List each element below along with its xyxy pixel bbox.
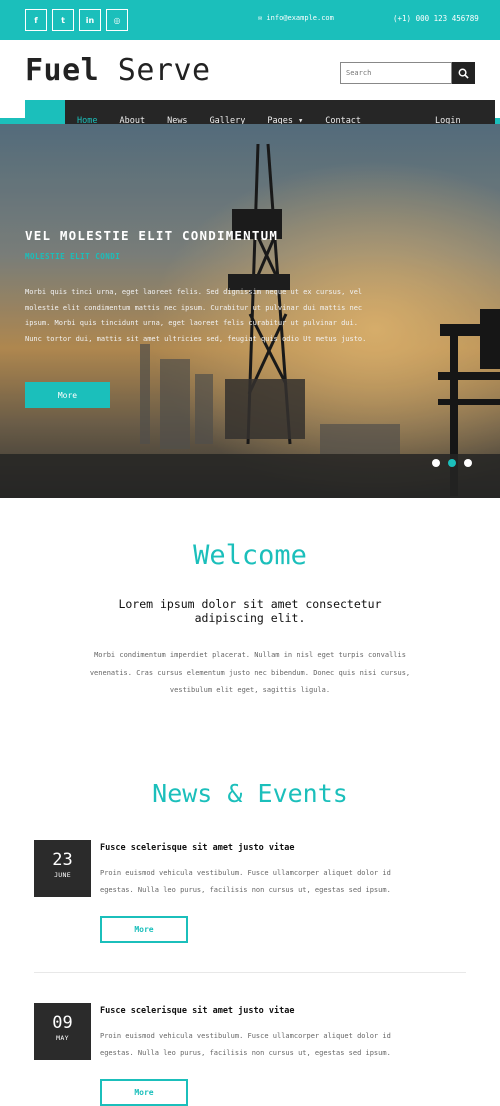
- linkedin-icon[interactable]: in: [79, 9, 101, 31]
- news-more-button[interactable]: More: [100, 1079, 188, 1106]
- news-date-box: 09 MAY: [34, 1003, 91, 1060]
- welcome-title: Welcome: [193, 540, 307, 571]
- top-bar: f t in ◎ ✉ info@example.com (+1) 000 123…: [0, 0, 500, 40]
- news-date-month: JUNE: [54, 871, 71, 879]
- contact-email-link[interactable]: ✉ info@example.com: [258, 14, 334, 22]
- slider-dots: [432, 459, 472, 467]
- site-logo[interactable]: Fuel Serve: [25, 53, 211, 88]
- news-body: Proin euismod vehicula vestibulum. Fusce…: [100, 869, 391, 894]
- search-form: [340, 62, 475, 84]
- news-divider: [34, 972, 466, 973]
- news-date-day: 23: [52, 850, 73, 870]
- news-body: Proin euismod vehicula vestibulum. Fusce…: [100, 1032, 391, 1057]
- news-title: News & Events: [152, 779, 348, 808]
- welcome-lead: Lorem ipsum dolor sit amet consectetur a…: [118, 597, 382, 625]
- dribbble-icon[interactable]: ◎: [106, 9, 128, 31]
- news-heading[interactable]: Fusce scelerisque sit amet justo vitae: [100, 1006, 294, 1016]
- news-more-button[interactable]: More: [100, 916, 188, 943]
- logo-bold-text: Fuel: [25, 53, 100, 88]
- slider-dot[interactable]: [464, 459, 472, 467]
- search-input[interactable]: [340, 62, 452, 84]
- hero-more-button[interactable]: More: [25, 382, 110, 408]
- hero-slider: VEL MOLESTIE ELIT CONDIMENTUM MOLESTIE E…: [0, 124, 500, 498]
- news-date-month: MAY: [56, 1034, 69, 1042]
- twitter-icon[interactable]: t: [52, 9, 74, 31]
- welcome-body: Morbi condimentum imperdiet placerat. Nu…: [89, 651, 411, 694]
- hero-text: Morbi quis tinci urna, eget laoreet feli…: [25, 288, 367, 343]
- contact-phone: (+1) 000 123 456789: [393, 14, 479, 23]
- hero-title: VEL MOLESTIE ELIT CONDIMENTUM: [25, 228, 279, 243]
- logo-light-text: Serve: [99, 53, 211, 88]
- slider-dot-active[interactable]: [448, 459, 456, 467]
- social-links: f t in ◎: [25, 9, 128, 31]
- news-date-day: 09: [52, 1013, 73, 1033]
- news-heading[interactable]: Fusce scelerisque sit amet justo vitae: [100, 843, 294, 853]
- hero-subtitle: MOLESTIE ELIT CONDI: [25, 252, 121, 261]
- news-date-box: 23 JUNE: [34, 840, 91, 897]
- search-icon: [458, 68, 469, 79]
- search-button[interactable]: [452, 62, 475, 84]
- facebook-icon[interactable]: f: [25, 9, 47, 31]
- slider-dot[interactable]: [432, 459, 440, 467]
